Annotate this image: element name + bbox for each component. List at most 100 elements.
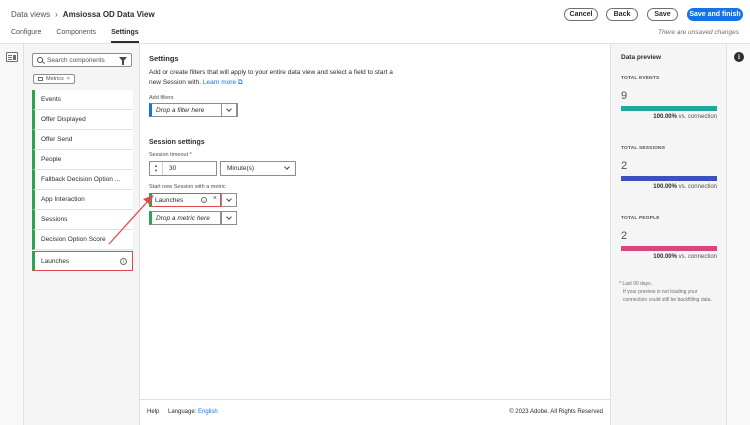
tab-configure[interactable]: Configure xyxy=(11,29,41,42)
unsaved-changes-text: There are unsaved changes xyxy=(658,29,739,36)
filter-dropdown-button[interactable] xyxy=(221,103,237,117)
data-preview-panel: Data preview TOTAL EVENTS 9 100.00% vs. … xyxy=(610,44,726,425)
stat-percentage: 100.00% vs. connection xyxy=(653,254,717,260)
metric-drop-dropdown-button[interactable] xyxy=(221,211,237,225)
filter-icon[interactable] xyxy=(119,57,127,65)
tab-components[interactable]: Components xyxy=(56,29,96,42)
stat-bar xyxy=(621,106,717,111)
add-filters-label: Add filters xyxy=(149,95,174,101)
metric-drop-zone[interactable]: Drop a metric here xyxy=(149,211,221,225)
page-title: Amsiossa OD Data View xyxy=(62,10,155,19)
session-timeout-label: Session timeout * xyxy=(149,152,192,158)
learn-more-link[interactable]: Learn more ⧉ xyxy=(203,79,243,86)
stat-value: 2 xyxy=(621,160,628,172)
breadcrumb: Data views › Amsiossa OD Data View xyxy=(11,10,155,19)
left-rail xyxy=(0,44,24,425)
component-item-offer-displayed[interactable]: Offer Displayed xyxy=(32,110,133,130)
component-label: Sessions xyxy=(41,216,68,223)
stat-label: TOTAL PEOPLE xyxy=(621,216,660,221)
component-label: Offer Send xyxy=(41,136,73,143)
breadcrumb-data-views[interactable]: Data views xyxy=(11,10,50,19)
info-icon[interactable]: i xyxy=(201,197,207,203)
language-label: Language: xyxy=(168,409,197,415)
start-session-metric-label: Start new Session with a metric xyxy=(149,184,226,190)
stat-value: 9 xyxy=(621,90,628,102)
session-start-metric[interactable]: Launches i × xyxy=(149,193,221,207)
stepper-arrows[interactable]: ▲ ▼ xyxy=(150,162,163,175)
cancel-button[interactable]: Cancel xyxy=(564,8,598,21)
app-header: Data views › Amsiossa OD Data View Confi… xyxy=(0,0,750,44)
tab-settings[interactable]: Settings xyxy=(111,29,139,43)
component-list: Events Offer Displayed Offer Send People… xyxy=(32,90,133,271)
settings-description: Add or create filters that will apply to… xyxy=(149,68,399,88)
settings-heading: Settings xyxy=(149,54,179,63)
search-icon xyxy=(37,57,43,63)
chevron-down-icon xyxy=(226,214,232,220)
timeout-unit-select[interactable]: Minute(s) xyxy=(220,161,296,176)
component-item-fallback-decision[interactable]: Fallback Decision Option ... xyxy=(32,170,133,190)
metric-type-icon xyxy=(38,77,43,81)
stat-percentage: 100.00% vs. connection xyxy=(653,184,717,190)
chevron-down-icon xyxy=(226,196,232,202)
info-icon[interactable]: i xyxy=(734,52,744,62)
help-link[interactable]: Help xyxy=(147,409,159,415)
component-item-sessions[interactable]: Sessions xyxy=(32,210,133,230)
stat-total-people: TOTAL PEOPLE 2 100.00% vs. connection xyxy=(621,216,717,260)
session-start-metric-value: Launches xyxy=(155,196,184,204)
language-link[interactable]: English xyxy=(198,409,218,415)
component-item-events[interactable]: Events xyxy=(32,90,133,110)
timeout-value[interactable]: 30 xyxy=(163,165,176,172)
timeout-unit-value: Minute(s) xyxy=(227,165,255,172)
session-timeout-stepper[interactable]: ▲ ▼ 30 xyxy=(149,161,217,176)
component-item-launches[interactable]: Launches i xyxy=(32,251,133,271)
preview-note: * Last 90 days. If your preview is not l… xyxy=(619,280,723,304)
save-and-finish-button[interactable]: Save and finish xyxy=(687,8,743,21)
copyright: © 2023 Adobe. All Rights Reserved xyxy=(509,409,603,415)
stat-total-sessions: TOTAL SESSIONS 2 100.00% vs. connection xyxy=(621,146,717,190)
language-selector: Language: English xyxy=(168,409,218,415)
info-icon[interactable]: i xyxy=(120,258,127,265)
component-label: Decision Option Score xyxy=(41,236,106,243)
stat-label: TOTAL SESSIONS xyxy=(621,146,666,151)
component-item-decision-option-score[interactable]: Decision Option Score xyxy=(32,230,133,250)
search-input[interactable] xyxy=(47,56,117,64)
learn-more-label: Learn more xyxy=(202,79,237,86)
chevron-down-icon xyxy=(226,106,232,112)
chevron-down-icon xyxy=(284,164,290,170)
chip-close-icon[interactable]: × xyxy=(67,76,70,82)
stat-value: 2 xyxy=(621,230,628,242)
component-label: Offer Displayed xyxy=(41,116,86,123)
component-item-people[interactable]: People xyxy=(32,150,133,170)
preview-note-line-1: * Last 90 days. xyxy=(619,281,653,287)
component-label: People xyxy=(41,156,62,163)
back-button[interactable]: Back xyxy=(606,8,638,21)
description-text: Add or create filters that will apply to… xyxy=(149,69,393,86)
stepper-down-icon[interactable]: ▼ xyxy=(154,169,158,173)
component-label: Events xyxy=(41,96,61,103)
right-rail: i xyxy=(726,44,750,425)
metric-dropdown-button[interactable] xyxy=(221,193,237,207)
component-label: App Interaction xyxy=(41,196,85,203)
stat-bar xyxy=(621,176,717,181)
stat-total-events: TOTAL EVENTS 9 100.00% vs. connection xyxy=(621,76,717,120)
footer: Help Language: English © 2023 Adobe. All… xyxy=(140,399,610,425)
metrics-filter-chip[interactable]: Metrics × xyxy=(33,74,75,84)
component-label: Launches xyxy=(41,257,70,265)
save-button[interactable]: Save xyxy=(647,8,678,21)
stat-bar xyxy=(621,246,717,251)
panel-toggle-icon[interactable] xyxy=(6,52,18,62)
preview-note-line-2: If your preview is not loading your conn… xyxy=(623,289,712,303)
component-item-offer-send[interactable]: Offer Send xyxy=(32,130,133,150)
breadcrumb-separator: › xyxy=(55,10,58,19)
chip-label: Metrics xyxy=(46,76,64,82)
components-panel: Metrics × Events Offer Displayed Offer S… xyxy=(24,44,140,425)
data-preview-title: Data preview xyxy=(621,54,662,61)
required-marker: * xyxy=(189,152,192,158)
session-settings-heading: Session settings xyxy=(149,139,205,146)
tab-bar: Configure Components Settings xyxy=(11,29,139,43)
component-label: Fallback Decision Option ... xyxy=(41,176,121,183)
settings-panel: Settings Add or create filters that will… xyxy=(140,44,610,399)
remove-metric-icon[interactable]: × xyxy=(213,195,217,202)
search-box[interactable] xyxy=(32,53,132,67)
component-item-app-interaction[interactable]: App Interaction xyxy=(32,190,133,210)
